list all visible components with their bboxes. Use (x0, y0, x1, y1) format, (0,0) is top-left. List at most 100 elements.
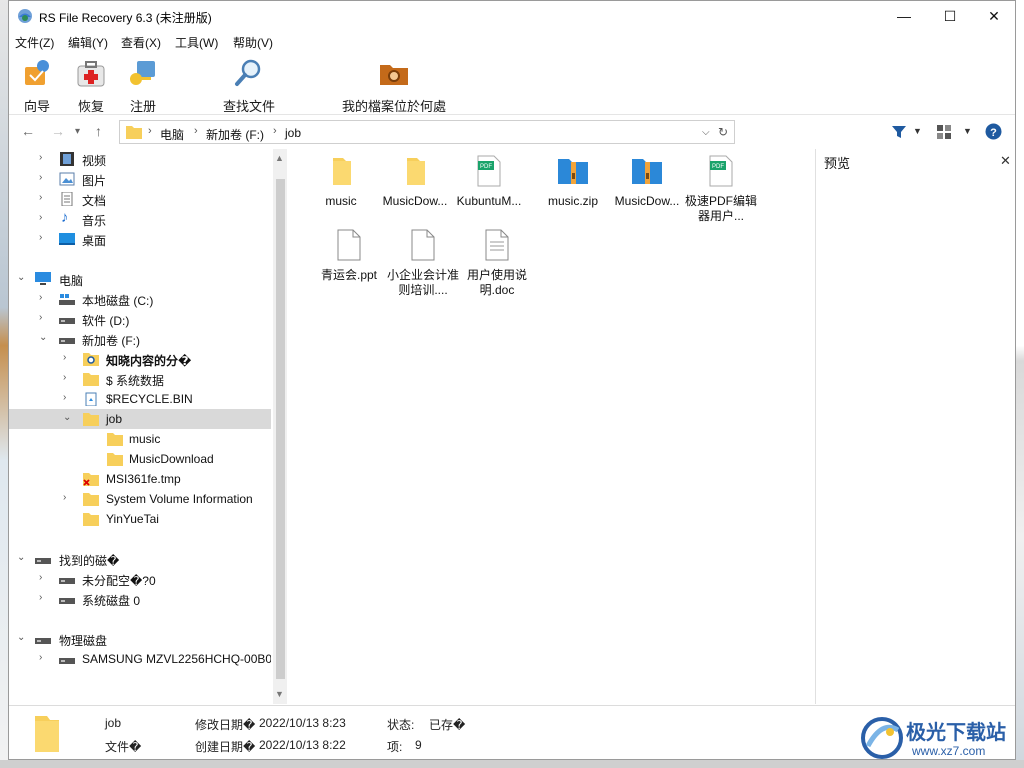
view-mode-icon[interactable] (937, 125, 951, 139)
menu-help[interactable]: 帮助(V) (233, 34, 273, 51)
wizard-button[interactable]: 向导 (17, 57, 57, 115)
file-item[interactable]: MusicDow... (611, 155, 683, 209)
tree-item-pictures[interactable]: › 图片 (9, 169, 271, 189)
expand-chevron-icon[interactable]: › (63, 372, 66, 383)
tree-item-recycle-bin[interactable]: › $RECYCLE.BIN (9, 389, 271, 409)
menu-edit[interactable]: 编辑(Y) (68, 34, 108, 51)
computer-icon (35, 272, 51, 285)
menu-tools[interactable]: 工具(W) (175, 34, 218, 51)
recycle-bin-icon (85, 392, 97, 406)
maximize-button[interactable]: ☐ (927, 1, 973, 31)
forward-arrow-icon[interactable]: → (51, 123, 65, 139)
find-file-button[interactable]: 查找文件 (219, 57, 279, 115)
tree-item-system-data[interactable]: › $ 系统数据 (9, 369, 271, 389)
breadcrumb-job[interactable]: job (285, 126, 301, 140)
where-are-files-button[interactable]: 我的檔案位於何處 (339, 57, 449, 115)
tree-item-disk-f[interactable]: ⌄ 新加卷 (F:) (9, 329, 271, 349)
expand-chevron-icon[interactable]: › (39, 172, 42, 183)
scroll-down-arrow-icon[interactable]: ▼ (275, 689, 284, 699)
register-button[interactable]: 注册 (123, 57, 163, 115)
file-item[interactable]: 用户使用说明.doc (461, 229, 533, 298)
file-item[interactable]: PDF 极速PDF编辑器用户... (685, 155, 757, 224)
scrollbar-thumb[interactable] (276, 179, 285, 679)
help-icon[interactable]: ? (985, 123, 1002, 140)
collapse-chevron-icon[interactable]: ⌄ (17, 552, 25, 563)
expand-chevron-icon[interactable]: › (39, 652, 42, 663)
tree-item-computer[interactable]: ⌄ 电脑 (9, 269, 271, 289)
tree-item-system-volume-information[interactable]: › System Volume Information (9, 489, 271, 509)
filter-icon[interactable] (891, 124, 907, 140)
tree-item-documents[interactable]: › 文档 (9, 189, 271, 209)
folder-icon (333, 158, 351, 185)
tree-item-job[interactable]: ⌄ job (9, 409, 271, 429)
tree-item-video[interactable]: › 视频 (9, 149, 271, 169)
file-item[interactable]: MusicDow... (379, 155, 451, 209)
expand-chevron-icon[interactable]: › (39, 312, 42, 323)
collapse-chevron-icon[interactable]: ⌄ (17, 272, 25, 283)
tree-item-system-disk-0[interactable]: › 系统磁盘 0 (9, 589, 271, 609)
view-dropdown-icon[interactable]: ▼ (963, 126, 972, 136)
back-arrow-icon[interactable]: ← (21, 123, 35, 139)
collapse-chevron-icon[interactable]: ⌄ (63, 412, 71, 423)
expand-chevron-icon[interactable]: › (39, 152, 42, 163)
file-item[interactable]: music (305, 155, 377, 209)
tree-item-music[interactable]: › ♪ 音乐 (9, 209, 271, 229)
tree-item-disk-d[interactable]: › 软件 (D:) (9, 309, 271, 329)
address-dropdown-icon[interactable]: ⌵ (702, 127, 710, 138)
close-button[interactable]: ✕ (971, 1, 1015, 31)
deleted-folder-icon (83, 473, 99, 486)
expand-chevron-icon[interactable]: › (39, 572, 42, 583)
breadcrumb-separator: › (273, 125, 277, 137)
tree-item-job-musicdownload[interactable]: MusicDownload (9, 449, 271, 469)
tree-item-job-music[interactable]: music (9, 429, 271, 449)
scroll-up-arrow-icon[interactable]: ▲ (275, 153, 284, 163)
tree-scrollbar[interactable]: ▲ ▼ (273, 149, 287, 704)
tree-item-found-disks[interactable]: ⌄ 找到的磁� (9, 549, 271, 569)
filter-dropdown-icon[interactable]: ▼ (913, 126, 922, 136)
tree-item-physical-disks[interactable]: ⌄ 物理磁盘 (9, 629, 271, 649)
file-item[interactable]: music.zip (537, 155, 609, 209)
tree-label: 视频 (82, 154, 107, 168)
tree-item-msi-tmp[interactable]: MSI361fe.tmp (9, 469, 271, 489)
preview-close-icon[interactable]: ✕ (1000, 153, 1011, 169)
tree-item-disk-c[interactable]: › 本地磁盘 (C:) (9, 289, 271, 309)
tree-item-known-content[interactable]: › 知晓内容的分� (9, 349, 271, 369)
breadcrumb-computer[interactable]: 电脑 (160, 126, 184, 143)
expand-chevron-icon[interactable]: › (39, 192, 42, 203)
up-arrow-icon[interactable]: ↑ (95, 123, 102, 139)
expand-chevron-icon[interactable]: › (39, 212, 42, 223)
drive-icon (59, 338, 75, 344)
svg-text:PDF: PDF (480, 164, 492, 170)
collapse-chevron-icon[interactable]: ⌄ (17, 632, 25, 643)
desktop-background-right (1015, 0, 1024, 768)
file-item[interactable]: 青运会.ppt (313, 229, 385, 283)
expand-chevron-icon[interactable]: › (39, 232, 42, 243)
collapse-chevron-icon[interactable]: ⌄ (39, 332, 47, 343)
register-label: 注册 (129, 99, 156, 114)
tree-label: 物理磁盘 (59, 634, 108, 648)
tree-item-unallocated[interactable]: › 未分配空�?0 (9, 569, 271, 589)
menu-file[interactable]: 文件(Z) (15, 34, 54, 51)
expand-chevron-icon[interactable]: › (39, 592, 42, 603)
breadcrumb-separator: › (148, 125, 152, 137)
address-bar[interactable]: › 电脑 › 新加卷 (F:) › job ⌵ ↻ (119, 120, 735, 144)
tree-item-samsung[interactable]: › SAMSUNG MZVL2256HCHQ-00B00 (9, 649, 271, 669)
breadcrumb-drive-f[interactable]: 新加卷 (F:) (206, 126, 264, 143)
history-dropdown-icon[interactable]: ▾ (75, 126, 80, 137)
wizard-icon (25, 60, 49, 85)
tree-item-desktop[interactable]: › 桌面 (9, 229, 271, 249)
folder-icon (107, 453, 123, 466)
menu-view[interactable]: 查看(X) (121, 34, 161, 51)
refresh-icon[interactable]: ↻ (718, 125, 728, 139)
expand-chevron-icon[interactable]: › (63, 492, 66, 503)
file-item[interactable]: 小企业会计准则培训.... (387, 229, 459, 298)
expand-chevron-icon[interactable]: › (63, 352, 66, 363)
file-item[interactable]: PDF KubuntuM... (453, 155, 525, 209)
recover-button[interactable]: 恢复 (71, 57, 111, 115)
minimize-button[interactable]: — (881, 1, 927, 31)
expand-chevron-icon[interactable]: › (39, 292, 42, 303)
expand-chevron-icon[interactable]: › (63, 392, 66, 403)
magnifier-icon (235, 59, 261, 86)
folder-icon (83, 413, 99, 426)
tree-item-yinyuetai[interactable]: YinYueTai (9, 509, 271, 529)
